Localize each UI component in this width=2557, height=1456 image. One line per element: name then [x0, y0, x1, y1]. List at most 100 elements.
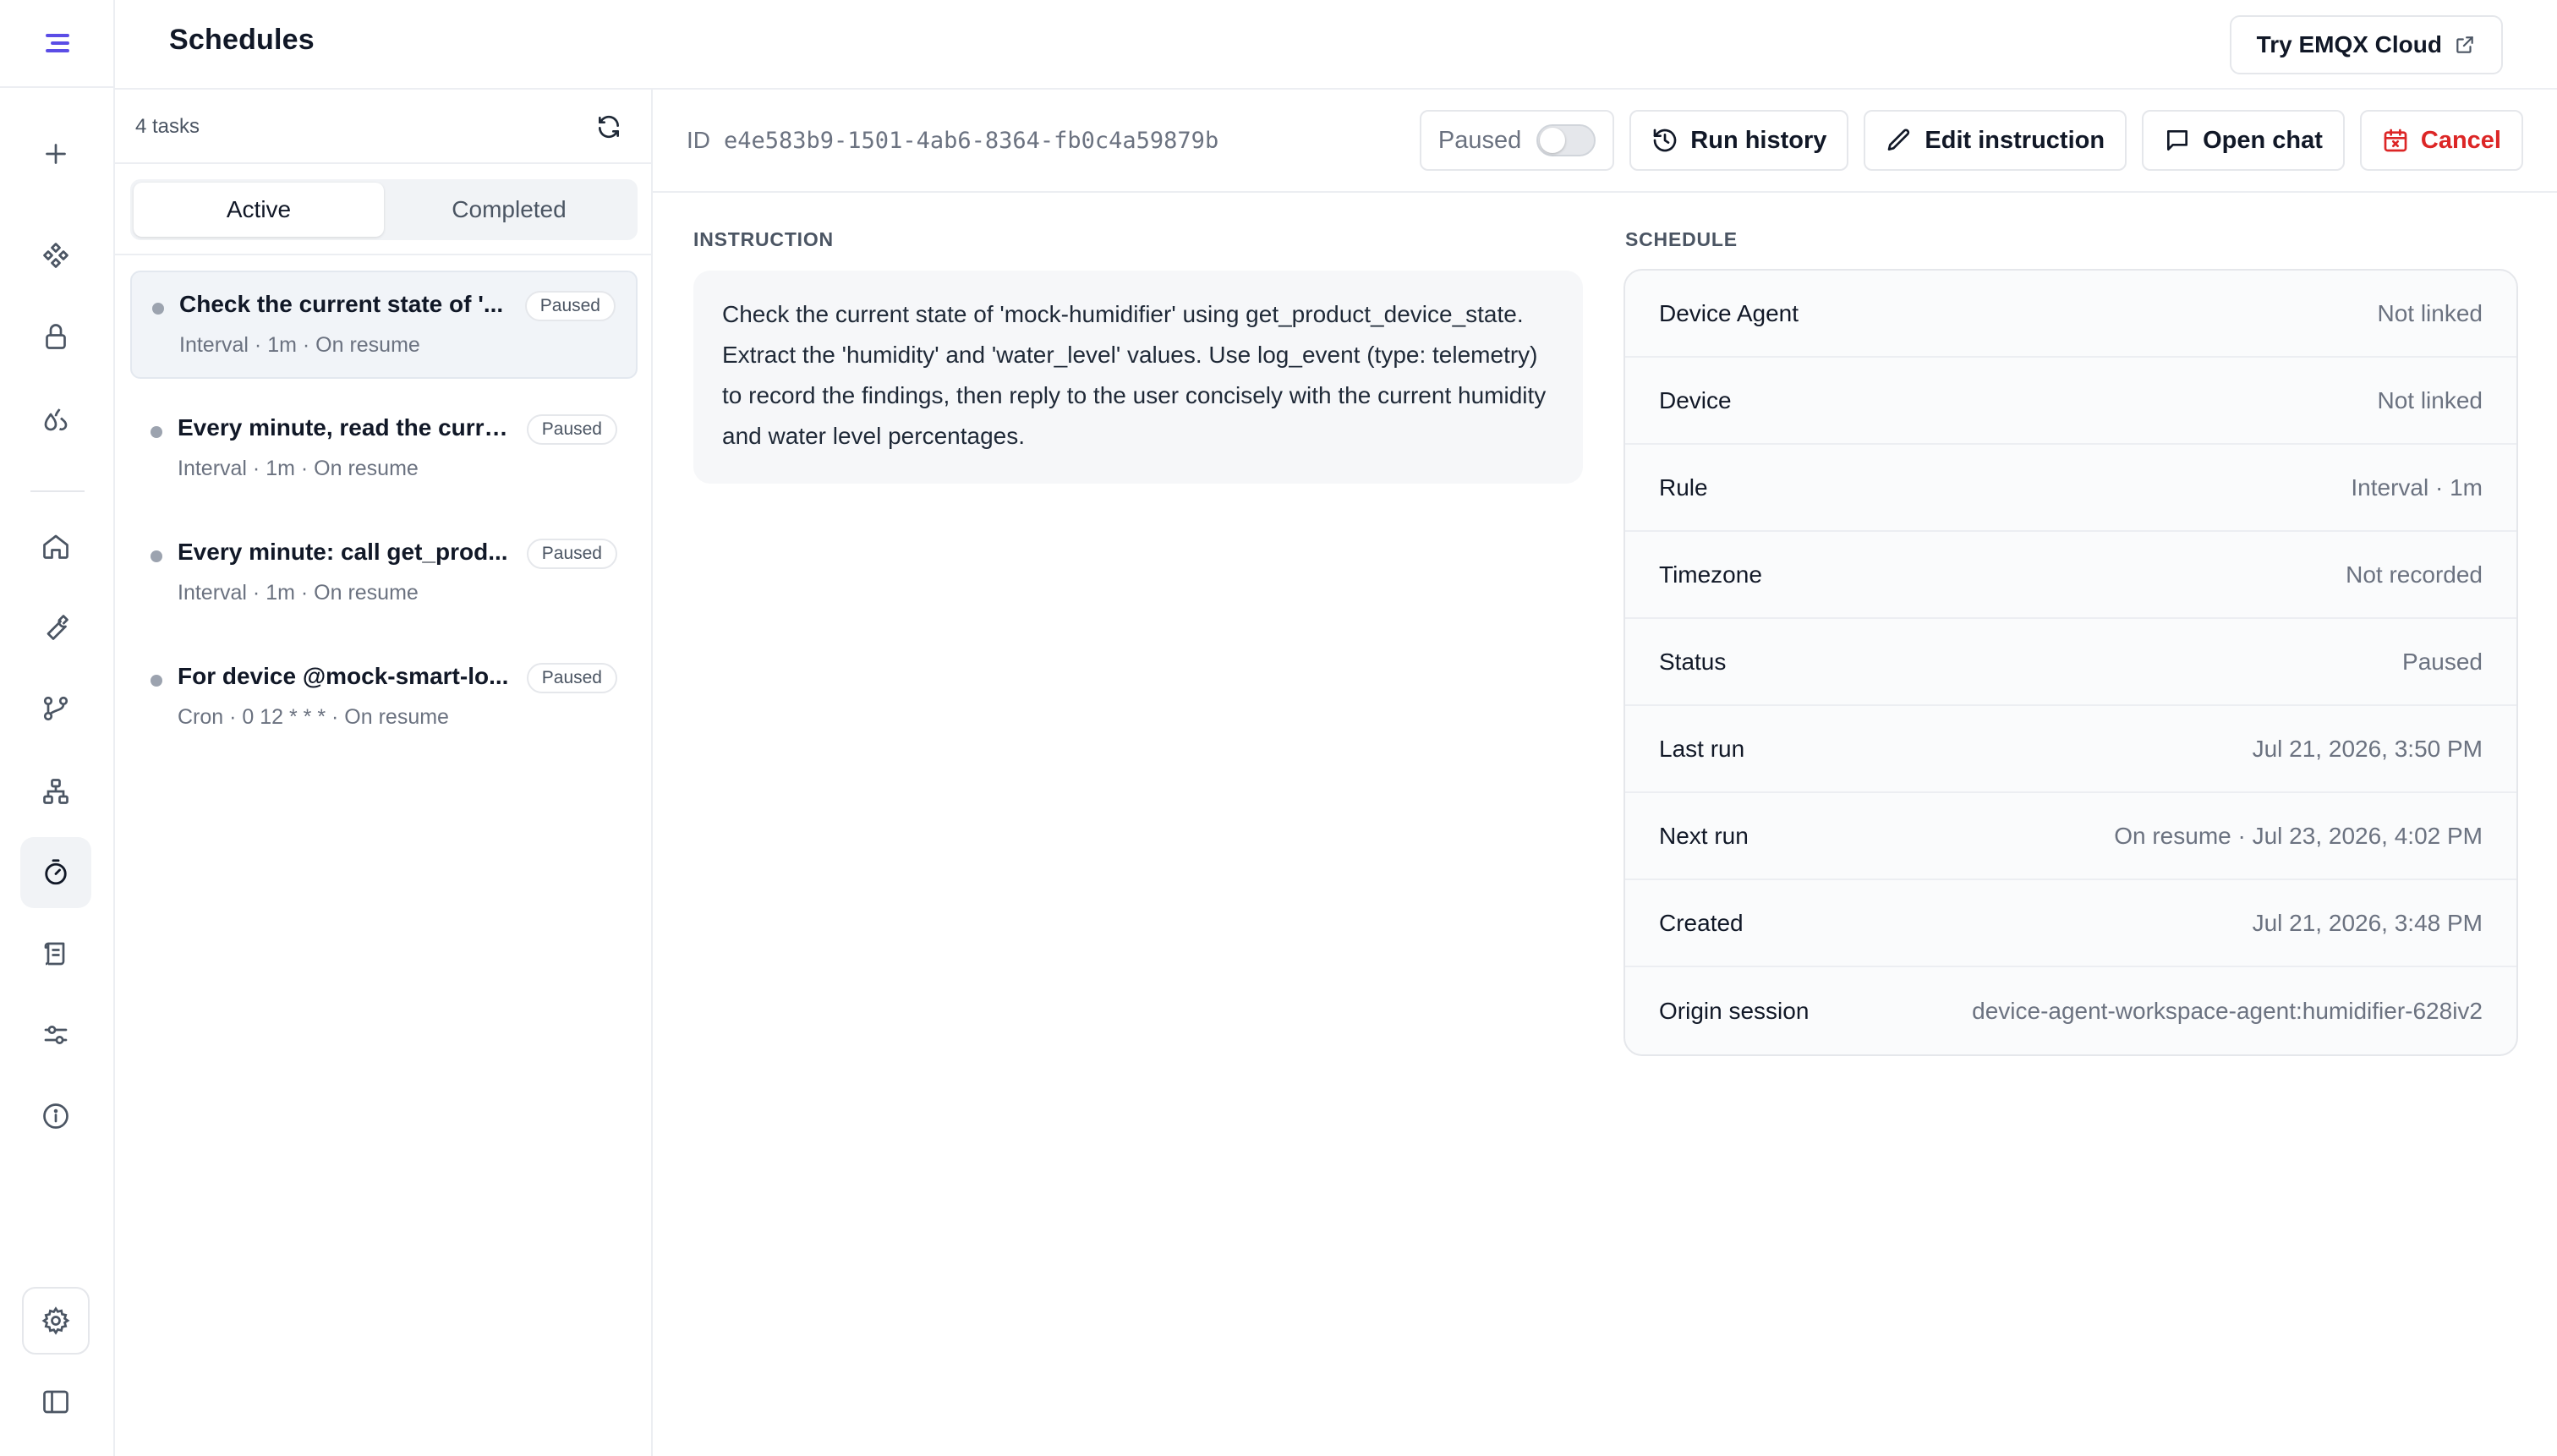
row-value: Not recorded: [2346, 561, 2483, 588]
instruction-heading: INSTRUCTION: [693, 228, 834, 250]
row-key: Origin session: [1659, 997, 1810, 1024]
info-icon[interactable]: [20, 1081, 91, 1152]
tab-completed[interactable]: Completed: [384, 183, 634, 237]
chat-icon: [2167, 130, 2188, 151]
pencil-icon: [1888, 129, 1910, 151]
try-cloud-button[interactable]: Try EMQX Cloud: [2229, 15, 2503, 74]
status-dot: [151, 675, 162, 687]
status-tabs: Active Completed: [130, 179, 638, 240]
row-key: Timezone: [1659, 561, 1762, 588]
status-badge: Paused: [526, 663, 617, 693]
schedule-row: Next run On resume · Jul 23, 2026, 4:02 P…: [1625, 793, 2516, 880]
open-chat-button[interactable]: Open chat: [2142, 110, 2345, 171]
task-meta: Interval · 1m · On resume: [178, 581, 419, 605]
id-label: ID: [687, 127, 710, 153]
droplets-icon[interactable]: [20, 384, 91, 455]
status-badge: Paused: [526, 414, 617, 445]
schedule-row: Created Jul 21, 2026, 3:48 PM: [1625, 880, 2516, 967]
try-cloud-label: Try EMQX Cloud: [2256, 31, 2442, 57]
status-dot: [151, 426, 162, 438]
row-value: Not linked: [2377, 299, 2483, 326]
task-count: 4 tasks: [135, 115, 200, 138]
instruction-text: Check the current state of 'mock-humidif…: [693, 271, 1583, 484]
row-value: Interval · 1m: [2351, 473, 2483, 501]
task-meta: Interval · 1m · On resume: [179, 333, 420, 357]
wrench-icon[interactable]: [20, 592, 91, 663]
schedule-row: Device Agent Not linked: [1625, 271, 2516, 358]
task-list-panel: 4 tasks Active Completed Check the curre…: [115, 90, 653, 1456]
detail-toolbar: ID e4e583b9-1501-4ab6-8364-fb0c4a59879b …: [653, 90, 2557, 193]
external-link-icon: [2456, 36, 2473, 53]
schedule-row: Status Paused: [1625, 619, 2516, 706]
lock-icon[interactable]: [20, 301, 91, 372]
toggle-switch[interactable]: [1536, 124, 1596, 156]
row-value: Paused: [2402, 648, 2483, 675]
timer-icon[interactable]: [20, 837, 91, 908]
id-value: e4e583b9-1501-4ab6-8364-fb0c4a59879b: [724, 127, 1219, 154]
schedule-heading: SCHEDULE: [1625, 228, 1738, 250]
network-icon[interactable]: [20, 756, 91, 827]
refresh-icon[interactable]: [592, 110, 626, 144]
row-key: Device: [1659, 386, 1732, 413]
menu-logo-icon[interactable]: [0, 0, 115, 88]
schedule-row: Device Not linked: [1625, 358, 2516, 445]
schedule-row: Rule Interval · 1m: [1625, 445, 2516, 532]
page-title: Schedules: [169, 24, 315, 56]
calendar-x-icon: [2384, 129, 2407, 152]
row-value: On resume · Jul 23, 2026, 4:02 PM: [2114, 822, 2483, 849]
open-chat-label: Open chat: [2203, 126, 2323, 154]
icon-rail: [0, 0, 115, 1456]
rail-divider: [30, 490, 85, 492]
task-meta: Interval · 1m · On resume: [178, 457, 419, 480]
task-list-header: 4 tasks: [115, 90, 651, 164]
status-dot: [152, 303, 164, 315]
home-icon[interactable]: [20, 511, 91, 582]
tab-active[interactable]: Active: [134, 183, 384, 237]
status-badge: Paused: [524, 291, 616, 321]
run-history-button[interactable]: Run history: [1629, 110, 1849, 171]
pause-toggle[interactable]: Paused: [1419, 110, 1615, 171]
edit-instruction-label: Edit instruction: [1925, 126, 2105, 154]
history-icon: [1653, 129, 1677, 152]
status-badge: Paused: [526, 539, 617, 569]
task-meta: Cron · 0 12 * * * · On resume: [178, 705, 449, 729]
row-key: Created: [1659, 909, 1744, 936]
task-item[interactable]: For device @mock-smart-lo... Cron · 0 12…: [130, 644, 638, 753]
sliders-icon[interactable]: [20, 999, 91, 1070]
cancel-button[interactable]: Cancel: [2359, 110, 2523, 171]
git-branch-icon[interactable]: [20, 673, 91, 744]
schedule-row: Origin session device-agent-workspace-age…: [1625, 967, 2516, 1054]
row-key: Next run: [1659, 822, 1749, 849]
gear-icon[interactable]: [22, 1287, 90, 1355]
integrations-icon[interactable]: [20, 220, 91, 291]
task-item[interactable]: Check the current state of '... Interval…: [130, 271, 638, 379]
divider: [115, 254, 651, 255]
action-buttons: Paused Run history Edit instruction Open…: [1419, 110, 2523, 171]
pause-toggle-label: Paused: [1437, 126, 1522, 154]
schedule-detail: ID e4e583b9-1501-4ab6-8364-fb0c4a59879b …: [653, 90, 2557, 1456]
task-item[interactable]: Every minute: call get_prod... Interval …: [130, 520, 638, 628]
schedule-table: Device Agent Not linked Device Not linked …: [1623, 269, 2518, 1056]
schedule-id: ID e4e583b9-1501-4ab6-8364-fb0c4a59879b: [687, 127, 1218, 154]
row-key: Last run: [1659, 735, 1745, 762]
task-title: Check the current state of '...: [179, 291, 504, 317]
task-title: Every minute: call get_prod...: [178, 539, 508, 565]
row-key: Rule: [1659, 473, 1708, 501]
cancel-label: Cancel: [2420, 126, 2501, 154]
row-value: Jul 21, 2026, 3:50 PM: [2252, 735, 2483, 762]
schedule-row: Last run Jul 21, 2026, 3:50 PM: [1625, 706, 2516, 793]
plus-icon[interactable]: [20, 118, 91, 189]
top-header: Schedules Try EMQX Cloud: [115, 0, 2557, 90]
toggle-knob: [1540, 128, 1566, 153]
sidebar-toggle-icon[interactable]: [20, 1366, 91, 1437]
row-value: Jul 21, 2026, 3:48 PM: [2252, 909, 2483, 936]
task-item[interactable]: Every minute, read the curre... Interval…: [130, 396, 638, 504]
row-value: device-agent-workspace-agent:humidifier-…: [1972, 997, 2483, 1024]
task-title: For device @mock-smart-lo...: [178, 663, 509, 689]
row-key: Status: [1659, 648, 1727, 675]
scroll-icon[interactable]: [20, 918, 91, 989]
row-key: Device Agent: [1659, 299, 1799, 326]
row-value: Not linked: [2377, 386, 2483, 413]
edit-instruction-button[interactable]: Edit instruction: [1864, 110, 2127, 171]
run-history-label: Run history: [1690, 126, 1827, 154]
